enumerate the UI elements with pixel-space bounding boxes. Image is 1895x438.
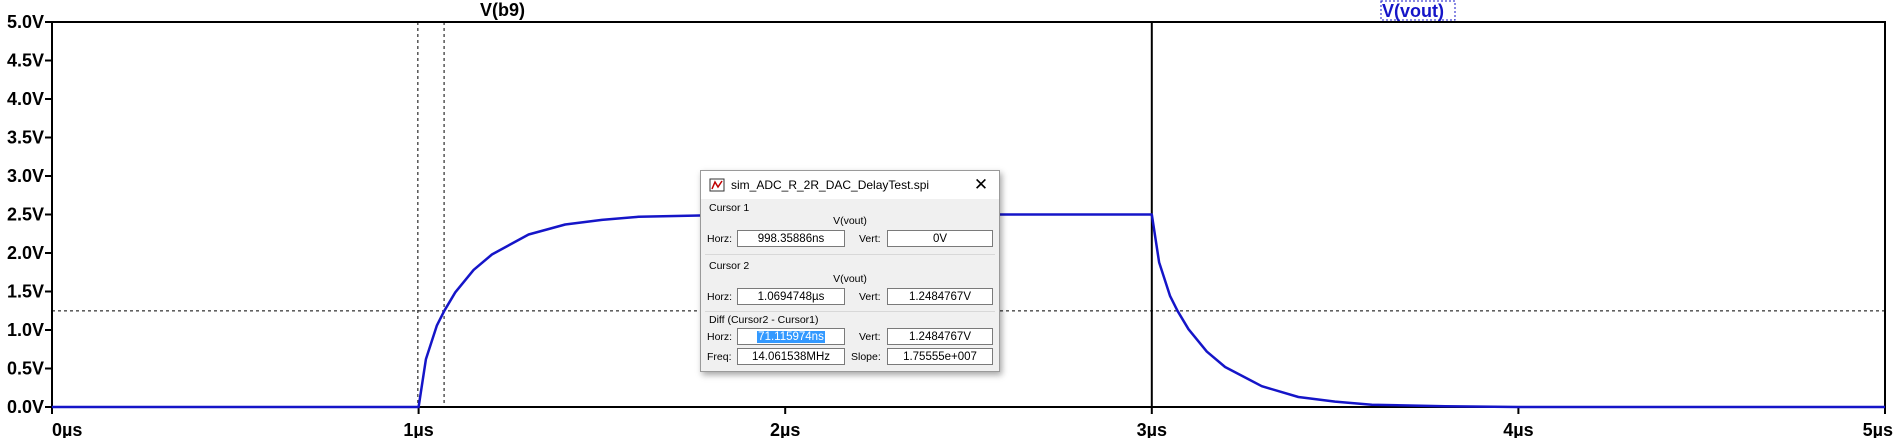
slope-field[interactable]: 1.75555e+007 [887, 348, 993, 365]
diff-horz-label: Horz: [707, 331, 733, 343]
cursor1-vert-field[interactable]: 0V [887, 230, 993, 247]
slope-label: Slope: [851, 351, 881, 363]
dialog-title: sim_ADC_R_2R_DAC_DelayTest.spi [731, 178, 930, 192]
dialog-divider [705, 254, 995, 255]
cursor1-section-label: Cursor 1 [709, 202, 750, 214]
cursor1-horz-field[interactable]: 998.35886ns [737, 230, 845, 247]
cursor1-horz-label: Horz: [707, 233, 733, 245]
cursor2-trace-name: V(vout) [833, 273, 867, 285]
y-tick-label: 1.0V [7, 320, 44, 340]
y-tick-label: 4.5V [7, 51, 44, 71]
x-tick-label: 2µs [770, 420, 800, 438]
ltspice-app-icon [709, 178, 725, 192]
x-tick-label: 3µs [1137, 420, 1167, 438]
freq-field[interactable]: 14.061538MHz [737, 348, 845, 365]
diff-vert-field[interactable]: 1.2484767V [887, 328, 993, 345]
diff-horz-value-selected[interactable]: 71.115974ns [757, 331, 825, 343]
y-tick-label: 2.5V [7, 205, 44, 225]
y-tick-label: 3.0V [7, 166, 44, 186]
diff-vert-label: Vert: [859, 331, 881, 343]
cursor2-horz-label: Horz: [707, 291, 733, 303]
x-tick-label: 5µs [1863, 420, 1893, 438]
y-tick-label: 3.5V [7, 128, 44, 148]
cursor1-trace-name: V(vout) [833, 215, 867, 227]
cursor2-horz-field[interactable]: 1.0694748µs [737, 288, 845, 305]
freq-label: Freq: [707, 351, 732, 363]
y-tick-label: 0.5V [7, 359, 44, 379]
y-tick-label: 1.5V [7, 282, 44, 302]
y-tick-label: 5.0V [7, 12, 44, 32]
trace-label-vout[interactable]: V(vout) [1382, 1, 1444, 21]
close-icon[interactable]: ✕ [969, 174, 993, 196]
x-tick-label: 0µs [52, 420, 82, 438]
dialog-divider [705, 311, 995, 312]
cursor1-vert-label: Vert: [859, 233, 881, 245]
dialog-titlebar[interactable]: sim_ADC_R_2R_DAC_DelayTest.spi ✕ [701, 171, 999, 199]
cursor2-vert-label: Vert: [859, 291, 881, 303]
diff-horz-field[interactable]: 71.115974ns [737, 328, 845, 345]
diff-section-label: Diff (Cursor2 - Cursor1) [709, 314, 819, 326]
cursor2-vert-field[interactable]: 1.2484767V [887, 288, 993, 305]
y-tick-label: 2.0V [7, 243, 44, 263]
y-tick-label: 4.0V [7, 89, 44, 109]
x-tick-label: 4µs [1503, 420, 1533, 438]
x-tick-label: 1µs [403, 420, 433, 438]
cursor2-section-label: Cursor 2 [709, 260, 750, 272]
y-tick-label: 0.0V [7, 397, 44, 417]
trace-label-vb9[interactable]: V(b9) [480, 0, 525, 20]
cursor-readout-dialog[interactable]: sim_ADC_R_2R_DAC_DelayTest.spi ✕ Cursor … [700, 170, 1000, 372]
